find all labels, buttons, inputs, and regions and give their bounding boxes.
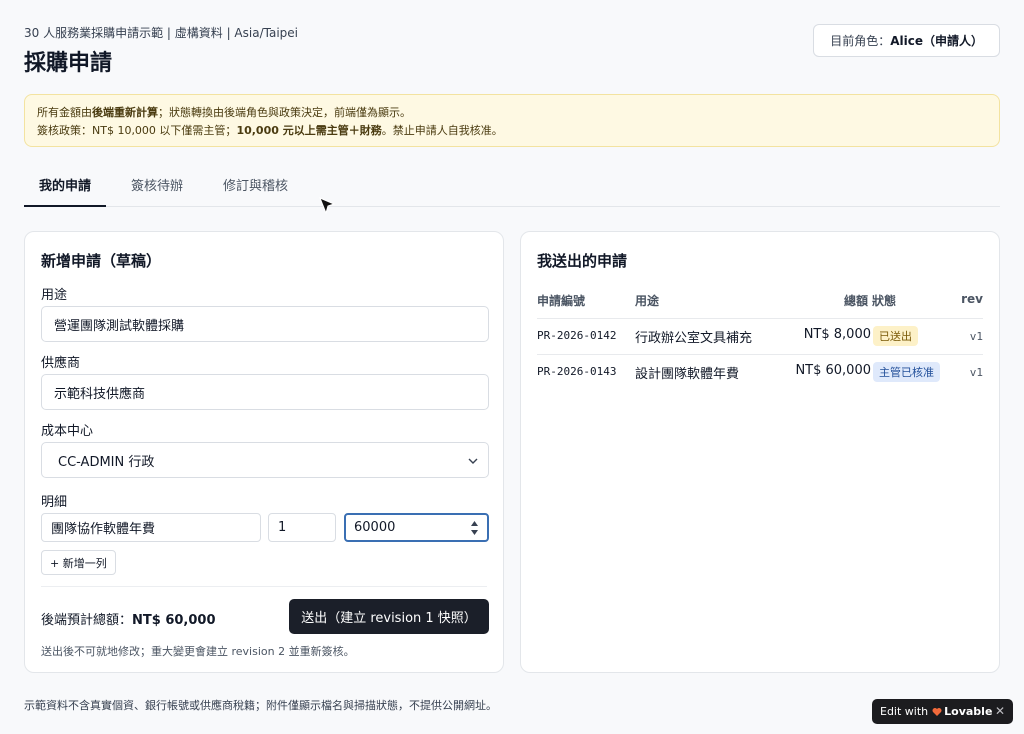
role-name: Alice（申請人） [890, 34, 983, 48]
row-divider [537, 354, 983, 355]
add-row-button[interactable]: + 新增一列 [41, 550, 116, 575]
current-role-button[interactable]: 目前角色： Alice（申請人） [813, 24, 1000, 57]
column-header-purpose: 用途 [635, 294, 660, 308]
tab-bar: 我的申請 簽核待辦 修訂與稽核 [24, 170, 1000, 207]
number-stepper-icon[interactable] [470, 519, 479, 537]
footer-disclaimer: 示範資料不含真實個資、銀行帳號或供應商稅籍；附件僅顯示檔名與掃描狀態，不提供公開… [24, 699, 497, 712]
item-qty-input[interactable]: 1 [268, 513, 336, 542]
column-header-amount: 總額 [844, 294, 869, 308]
notice-text: 所有金額由 [37, 106, 92, 119]
submit-hint: 送出後不可就地修改；重大變更會建立 revision 2 並重新簽核。 [41, 645, 355, 658]
item-name-value: 團隊協作軟體年費 [51, 522, 156, 537]
request-rev: v1 [969, 330, 983, 343]
request-purpose: 設計團隊軟體年費 [635, 367, 740, 382]
badge-brand-text: Lovable [944, 705, 993, 718]
column-header-rev: rev [961, 292, 983, 306]
badge-prefix: Edit with [880, 705, 929, 718]
item-qty-value: 1 [278, 520, 287, 535]
cost-center-value: CC-ADMIN 行政 [58, 454, 155, 470]
request-id: PR-2026-0143 [537, 365, 617, 378]
page-header: 30 人服務業採購申請示範 | 虛構資料 | Asia/Taipei 採購申請 … [24, 24, 1000, 76]
item-name-input[interactable]: 團隊協作軟體年費 [41, 513, 261, 542]
list-title: 我送出的申請 [537, 252, 628, 270]
column-header-status: 狀態 [872, 294, 897, 308]
request-amount: NT$ 60,000 [795, 363, 871, 378]
total-label: 後端預計總額： [41, 613, 133, 628]
total-value: NT$ 60,000 [132, 613, 216, 628]
purpose-value: 營運團隊測試軟體採購 [54, 318, 185, 334]
request-amount: NT$ 8,000 [803, 327, 871, 342]
request-purpose: 行政辦公室文具補充 [635, 331, 753, 346]
vendor-value: 示範科技供應商 [54, 386, 146, 402]
notice-line-2: 簽核政策：NT$ 10,000 以下僅需主管；10,000 元以上需主管＋財務。… [37, 122, 987, 140]
policy-notice: 所有金額由後端重新計算；狀態轉換由後端角色與政策決定，前端僅為顯示。 簽核政策：… [24, 94, 1000, 147]
chevron-down-icon [468, 458, 478, 464]
my-requests-card: 我送出的申請 申請編號 用途 總額 狀態 rev PR-2026-0142 行政… [520, 231, 1000, 673]
item-price-input[interactable]: 60000 [344, 513, 489, 542]
form-title: 新增申請（草稿） [41, 252, 162, 270]
mouse-cursor-icon [319, 197, 336, 215]
close-icon[interactable]: ✕ [995, 704, 1005, 718]
purpose-label: 用途 [41, 288, 68, 303]
cost-center-label: 成本中心 [41, 424, 94, 439]
items-label: 明細 [41, 495, 68, 510]
tab-revisions-audit[interactable]: 修訂與稽核 [208, 170, 303, 207]
estimated-total: 後端預計總額：NT$ 60,000 [41, 609, 216, 628]
row-divider [537, 318, 983, 319]
cost-center-select[interactable]: CC-ADMIN 行政 [41, 442, 489, 478]
vendor-input[interactable]: 示範科技供應商 [41, 374, 489, 410]
vendor-label: 供應商 [41, 356, 81, 371]
divider [41, 586, 487, 587]
column-header-id: 申請編號 [537, 294, 586, 308]
tab-pending-approvals[interactable]: 簽核待辦 [116, 170, 198, 207]
submit-button[interactable]: 送出（建立 revision 1 快照） [289, 599, 489, 634]
lovable-heart-icon [932, 707, 942, 716]
purpose-input[interactable]: 營運團隊測試軟體採購 [41, 306, 489, 342]
badge-brand: Lovable [932, 705, 992, 718]
request-rev: v1 [969, 366, 983, 379]
item-price-value: 60000 [354, 520, 396, 535]
request-id: PR-2026-0142 [537, 329, 617, 342]
notice-text: 。禁止申請人自我核准。 [381, 124, 503, 137]
notice-emphasis: 10,000 元以上需主管＋財務 [236, 124, 382, 137]
tab-my-requests[interactable]: 我的申請 [24, 170, 107, 207]
notice-text: 簽核政策：NT$ 10,000 以下僅需主管； [37, 124, 237, 137]
status-badge: 主管已核准 [873, 362, 940, 382]
notice-line-1: 所有金額由後端重新計算；狀態轉換由後端角色與政策決定，前端僅為顯示。 [37, 104, 987, 122]
new-request-card: 新增申請（草稿） 用途 營運團隊測試軟體採購 供應商 示範科技供應商 成本中心 … [24, 231, 504, 673]
notice-text: ；狀態轉換由後端角色與政策決定，前端僅為顯示。 [158, 106, 411, 119]
notice-emphasis: 後端重新計算 [92, 106, 158, 119]
role-prefix: 目前角色： [830, 34, 891, 48]
status-badge: 已送出 [873, 326, 918, 346]
edit-with-lovable-badge[interactable]: Edit with Lovable ✕ [872, 699, 1013, 724]
